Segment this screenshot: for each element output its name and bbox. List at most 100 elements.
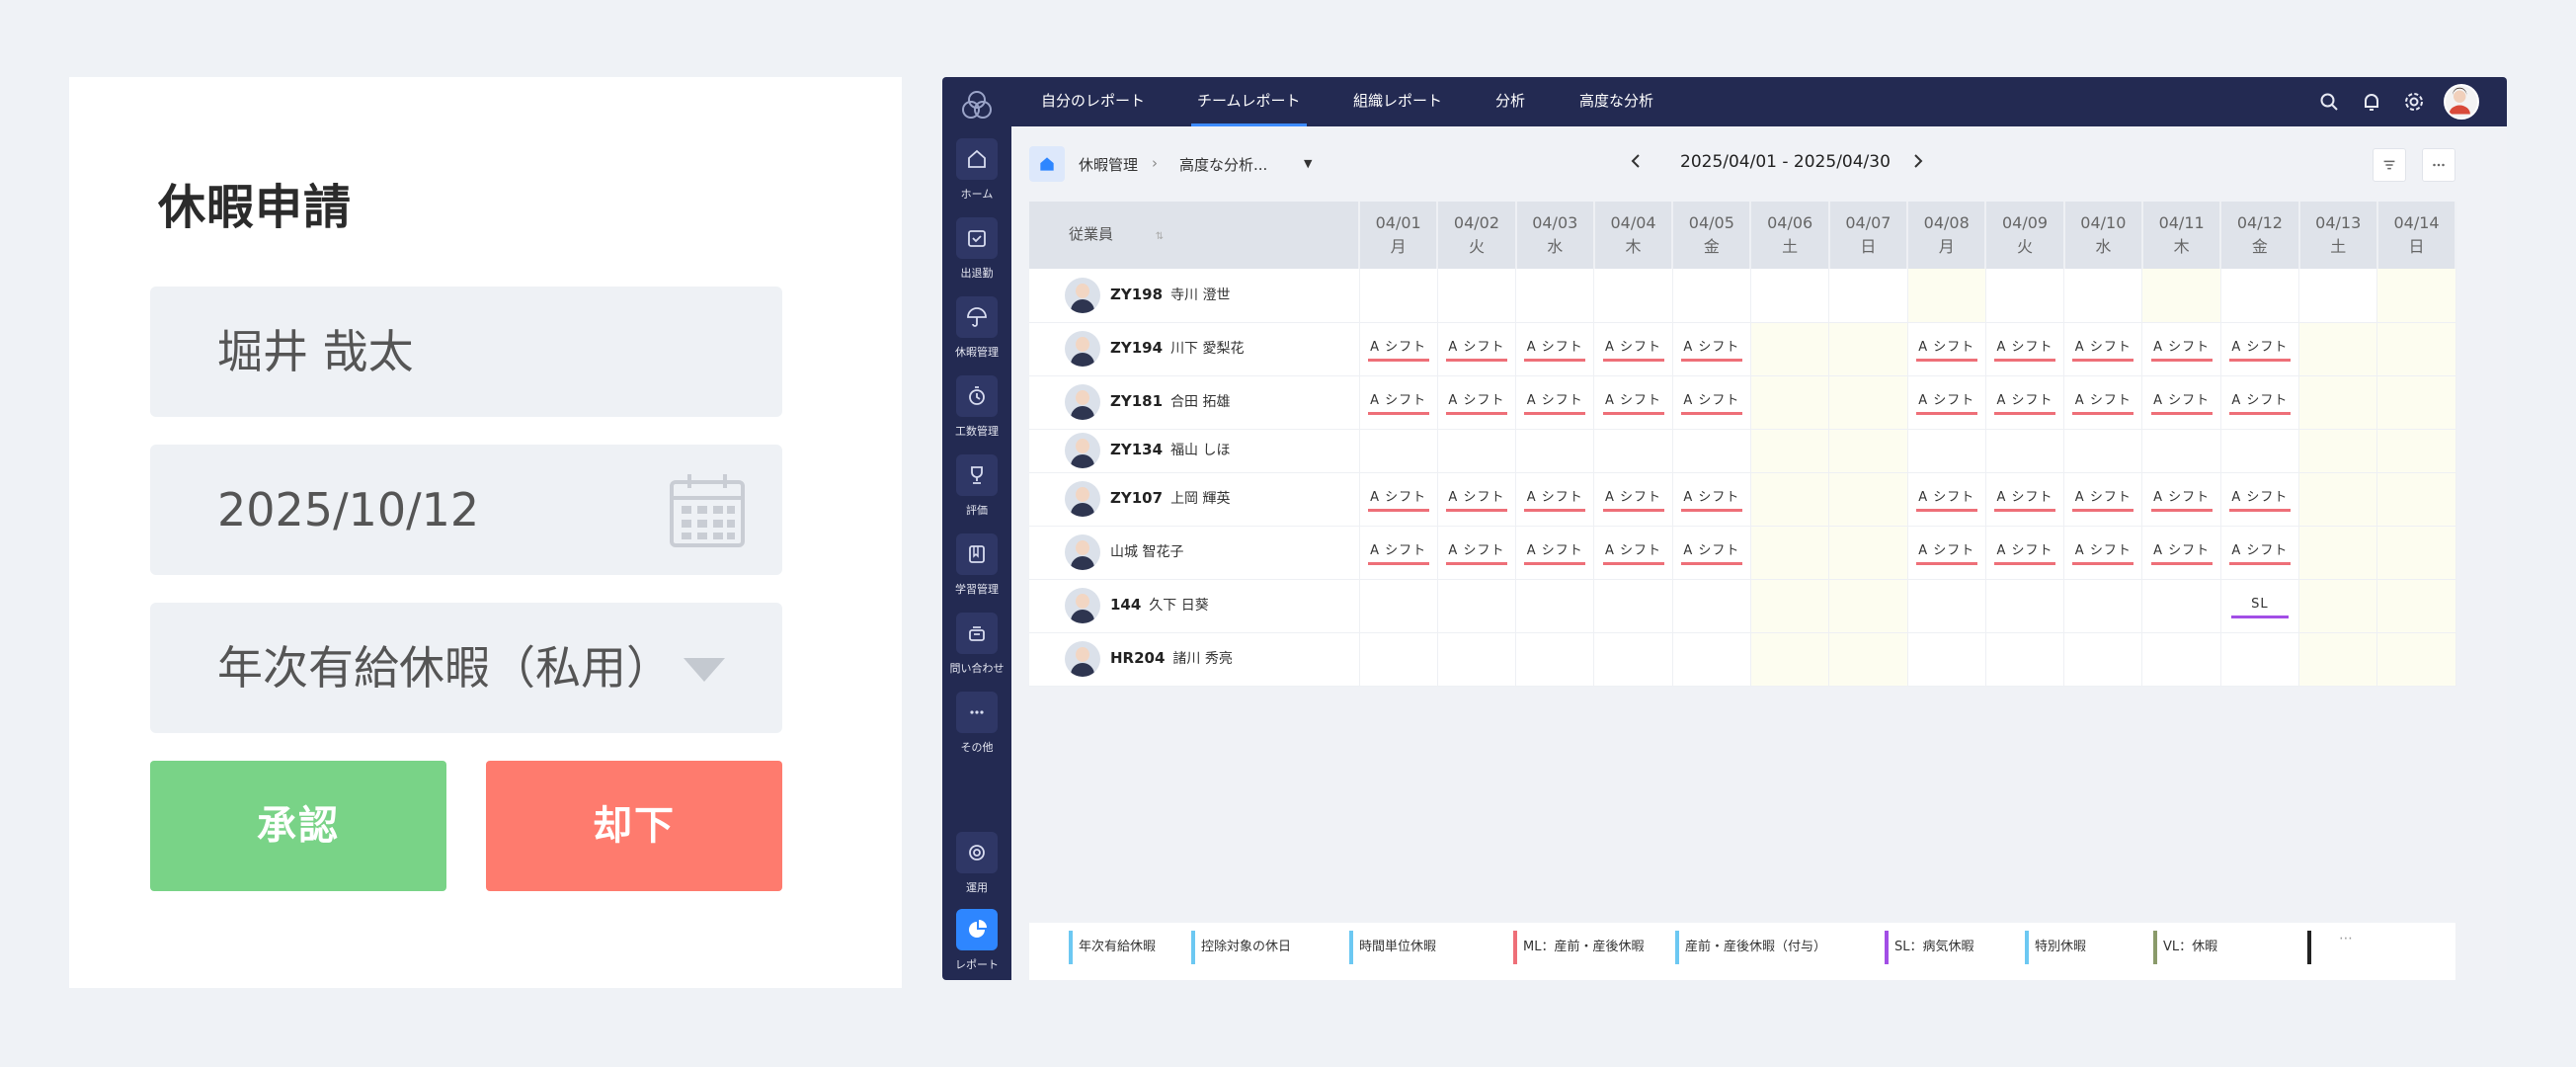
next-period-icon[interactable] [1906, 150, 1928, 172]
employee-cell[interactable]: ZY134 福山 しほ [1029, 429, 1360, 473]
schedule-cell[interactable]: A シフト [1359, 472, 1438, 527]
schedule-cell[interactable] [1437, 632, 1517, 687]
table-row[interactable]: ZY107 上岡 輝英 A シフト A シフト A シフト A シフト A シフト A シフト… [1029, 472, 2456, 527]
leave-badge[interactable]: SL [2230, 594, 2289, 618]
schedule-cell[interactable] [1750, 526, 1830, 580]
schedule-cell[interactable]: A シフト [1437, 472, 1517, 527]
schedule-cell[interactable] [1750, 322, 1830, 376]
sidebar-item-inquiry[interactable]: 問い合わせ [942, 613, 1011, 692]
schedule-cell[interactable] [1750, 472, 1830, 527]
tab-team-report[interactable]: チームレポート [1191, 77, 1307, 126]
schedule-cell[interactable]: A シフト [1359, 375, 1438, 430]
schedule-cell[interactable] [2298, 375, 2378, 430]
user-avatar[interactable] [2444, 84, 2479, 120]
schedule-cell[interactable]: A シフト [2220, 375, 2300, 430]
approve-button[interactable]: 承認 [150, 761, 446, 891]
search-icon[interactable] [2317, 90, 2341, 114]
schedule-cell[interactable] [1985, 579, 2065, 633]
shift-badge[interactable]: A シフト [1524, 487, 1586, 512]
shift-badge[interactable]: A シフト [2072, 540, 2134, 565]
employee-cell[interactable]: ZY194 川下 愛梨花 [1029, 322, 1360, 376]
shift-badge[interactable]: A シフト [1915, 337, 1977, 362]
schedule-cell[interactable] [1750, 429, 1830, 473]
schedule-cell[interactable] [1359, 632, 1438, 687]
schedule-cell[interactable] [2298, 269, 2378, 323]
schedule-cell[interactable] [2376, 322, 2456, 376]
shift-badge[interactable]: A シフト [1994, 487, 2056, 512]
schedule-cell[interactable]: A シフト [1437, 322, 1517, 376]
schedule-cell[interactable]: A シフト [2220, 322, 2300, 376]
schedule-cell[interactable] [2141, 269, 2221, 323]
filter-button[interactable] [2373, 148, 2406, 182]
schedule-cell[interactable] [1907, 579, 1986, 633]
schedule-cell[interactable]: A シフト [1437, 526, 1517, 580]
shift-badge[interactable]: A シフト [2072, 337, 2134, 362]
schedule-cell[interactable] [1907, 632, 1986, 687]
breadcrumb-dropdown-icon[interactable]: ▼ [1304, 157, 1312, 170]
shift-badge[interactable]: A シフト [1994, 390, 2056, 415]
schedule-cell[interactable] [1907, 269, 1986, 323]
schedule-cell[interactable] [2141, 429, 2221, 473]
shift-badge[interactable]: A シフト [1680, 390, 1742, 415]
schedule-cell[interactable]: A シフト [1359, 322, 1438, 376]
tab-my-report[interactable]: 自分のレポート [1041, 77, 1145, 126]
sidebar-item-attendance[interactable]: 出退勤 [942, 217, 1011, 296]
schedule-cell[interactable] [2298, 472, 2378, 527]
schedule-cell[interactable] [2376, 375, 2456, 430]
schedule-cell[interactable] [2220, 429, 2300, 473]
schedule-cell[interactable]: A シフト [1907, 526, 1986, 580]
sidebar-item-leave[interactable]: 休暇管理 [942, 296, 1011, 375]
schedule-cell[interactable] [2298, 429, 2378, 473]
schedule-cell[interactable] [1828, 375, 1908, 430]
schedule-cell[interactable]: A シフト [1515, 526, 1595, 580]
schedule-cell[interactable] [2298, 632, 2378, 687]
sidebar-item-workhours[interactable]: 工数管理 [942, 375, 1011, 454]
leave-type-select[interactable]: 年次有給休暇（私用） [150, 603, 782, 733]
shift-badge[interactable]: A シフト [2228, 390, 2291, 415]
tab-advanced-analysis[interactable]: 高度な分析 [1579, 77, 1653, 126]
date-field[interactable]: 2025/10/12 [150, 445, 782, 575]
schedule-cell[interactable] [1828, 322, 1908, 376]
shift-badge[interactable]: A シフト [1445, 540, 1507, 565]
breadcrumb-leave[interactable]: 休暇管理 [1079, 154, 1138, 175]
employee-cell[interactable]: ZY107 上岡 輝英 [1029, 472, 1360, 527]
shift-badge[interactable]: A シフト [2072, 487, 2134, 512]
sidebar-item-evaluation[interactable]: 評価 [942, 454, 1011, 534]
schedule-cell[interactable] [1750, 579, 1830, 633]
schedule-cell[interactable]: A シフト [2063, 526, 2143, 580]
schedule-cell[interactable] [1985, 269, 2065, 323]
schedule-cell[interactable] [1750, 375, 1830, 430]
shift-badge[interactable]: A シフト [2228, 487, 2291, 512]
shift-badge[interactable]: A シフト [1602, 487, 1664, 512]
schedule-cell[interactable] [1515, 579, 1595, 633]
shift-badge[interactable]: A シフト [1524, 390, 1586, 415]
schedule-cell[interactable]: A シフト [2063, 375, 2143, 430]
shift-badge[interactable]: A シフト [1602, 390, 1664, 415]
schedule-cell[interactable] [2063, 632, 2143, 687]
schedule-cell[interactable] [1515, 269, 1595, 323]
schedule-cell[interactable] [2141, 579, 2221, 633]
calendar-icon[interactable] [668, 470, 747, 549]
schedule-cell[interactable]: A シフト [1593, 375, 1673, 430]
prev-period-icon[interactable] [1626, 150, 1648, 172]
sidebar-item-home[interactable]: ホーム [942, 138, 1011, 217]
schedule-cell[interactable]: A シフト [1985, 526, 2065, 580]
employee-cell[interactable]: ZY198 寺川 澄世 [1029, 269, 1360, 323]
shift-badge[interactable]: A シフト [1602, 337, 1664, 362]
employee-cell[interactable]: 山城 智花子 [1029, 526, 1360, 580]
schedule-cell[interactable] [1437, 269, 1517, 323]
schedule-cell[interactable] [1593, 269, 1673, 323]
bell-icon[interactable] [2360, 90, 2383, 114]
table-row[interactable]: ZY198 寺川 澄世 [1029, 269, 2456, 323]
shift-badge[interactable]: A シフト [1524, 540, 1586, 565]
more-options-button[interactable] [2422, 148, 2455, 182]
sidebar-item-operation[interactable]: 運用 [942, 832, 1011, 911]
shift-badge[interactable]: A シフト [2228, 540, 2291, 565]
schedule-cell[interactable]: A シフト [1672, 322, 1751, 376]
schedule-cell[interactable]: A シフト [2220, 526, 2300, 580]
shift-badge[interactable]: A シフト [1994, 337, 2056, 362]
shift-badge[interactable]: A シフト [1915, 487, 1977, 512]
legend-more-icon[interactable]: ⋯ [2339, 931, 2353, 946]
shift-badge[interactable]: A シフト [1367, 337, 1429, 362]
schedule-cell[interactable] [1907, 429, 1986, 473]
